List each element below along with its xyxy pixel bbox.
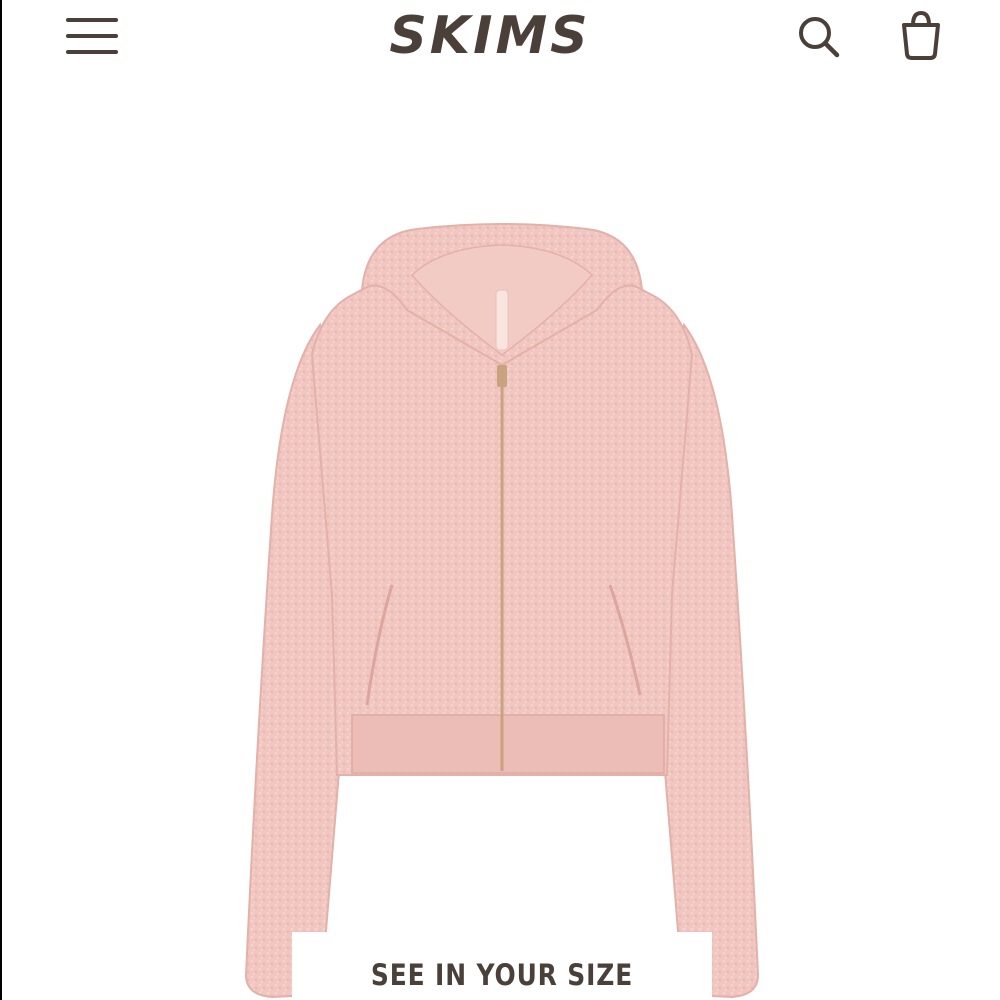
- search-button[interactable]: [795, 10, 843, 62]
- see-in-your-size-button[interactable]: SEE IN YOUR SIZE: [321, 950, 682, 1000]
- hamburger-menu-icon: [66, 18, 118, 22]
- neck-label: [495, 289, 509, 351]
- zipper-pull: [497, 365, 507, 387]
- search-icon: [799, 17, 840, 58]
- hamburger-menu-icon-bar: [66, 50, 118, 54]
- zip-up-hoodie-image: [244, 223, 760, 999]
- shopping-bag-button[interactable]: [897, 10, 945, 62]
- shopping-bag-icon: [902, 10, 940, 60]
- site-header: SKIMS: [2, 0, 1000, 80]
- hamburger-menu-icon-bar: [66, 34, 118, 38]
- brand-logo[interactable]: SKIMS: [370, 6, 610, 66]
- product-image: [202, 215, 802, 1000]
- menu-button[interactable]: [64, 14, 120, 56]
- product-page: SKIMS SEE IN YOUR SIZE: [0, 0, 1000, 1000]
- brand-logo-text: SKIMS: [389, 6, 591, 66]
- waistband: [351, 714, 665, 774]
